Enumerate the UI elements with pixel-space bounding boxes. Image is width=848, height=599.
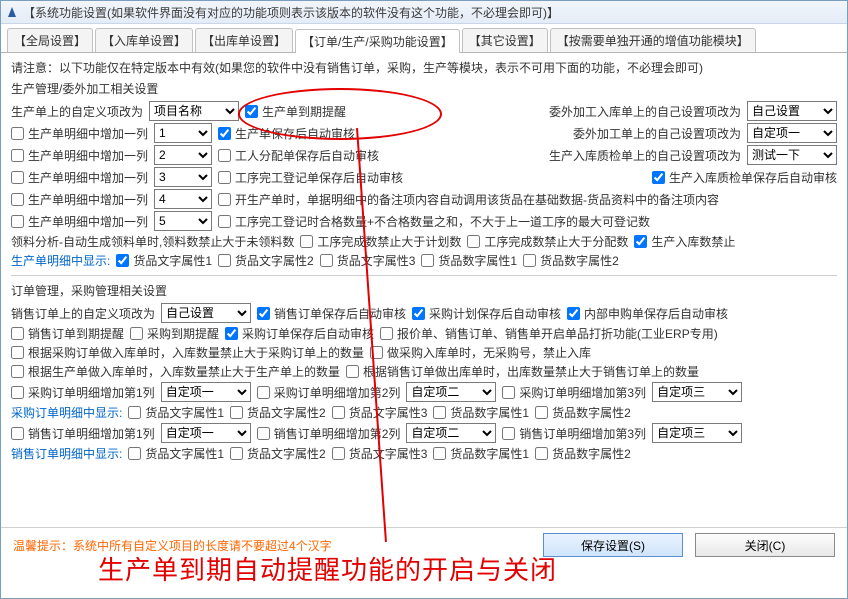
proc-complete-book-audit[interactable]: 工序完工登记单保存后自动审核	[218, 169, 403, 186]
qc-save-audit[interactable]: 生产入库质检单保存后自动审核	[652, 169, 837, 186]
purchase-text-attr3[interactable]: 货品文字属性3	[332, 404, 428, 421]
purchase-addcol-2-select[interactable]: 自定项二	[406, 382, 496, 402]
sale-save-audit[interactable]: 销售订单保存后自动审核	[257, 305, 406, 322]
sale-custom-label: 销售订单上的自定义项改为	[11, 305, 155, 322]
prod-addcol-5-select[interactable]: 5	[154, 211, 212, 231]
prod-custom-col-select[interactable]: 项目名称	[149, 101, 239, 121]
purchase-addcol-1-select[interactable]: 自定项一	[161, 382, 251, 402]
app-icon	[5, 5, 19, 19]
sale-text-attr2[interactable]: 货品文字属性2	[230, 445, 326, 462]
purchase-addcol-3[interactable]: 采购订单明细增加第3列	[502, 384, 646, 401]
sale-remind[interactable]: 销售订单到期提醒	[11, 325, 124, 342]
in-by-sale[interactable]: 根据生产单做入库单时，入库数量禁止大于生产单上的数量	[11, 363, 340, 380]
tab-order-prod-purchase[interactable]: 【订单/生产/采购功能设置】	[295, 29, 460, 53]
proc-book-qty[interactable]: 工序完工登记时合格数量+不合格数量之和，不大于上一道工序的最大可登记数	[218, 213, 650, 230]
purchase-addcol-2[interactable]: 采购订单明细增加第2列	[257, 384, 401, 401]
purchase-plan-audit[interactable]: 采购计划保存后自动审核	[412, 305, 561, 322]
in-no-purchase[interactable]: 做采购入库单时，无采购号，禁止入库	[370, 344, 591, 361]
proc-forbid-plan[interactable]: 工序完成数禁止大于计划数	[300, 233, 461, 250]
tab-addon[interactable]: 【按需要单独开通的增值功能模块】	[550, 28, 756, 52]
purchase-text-attr1[interactable]: 货品文字属性1	[128, 404, 224, 421]
save-button[interactable]: 保存设置(S)	[543, 533, 683, 557]
internal-apply-audit[interactable]: 内部申购单保存后自动审核	[567, 305, 728, 322]
notice-text: 请注意：以下功能仅在特定版本中有效(如果您的软件中没有销售订单，采购，生产等模块…	[11, 59, 837, 76]
sale-addcol-2-select[interactable]: 自定项二	[406, 423, 496, 443]
close-button[interactable]: 关闭(C)	[695, 533, 835, 557]
proc-forbid-alloc[interactable]: 工序完成数禁止大于分配数	[467, 233, 628, 250]
prod-addcol-3[interactable]: 生产单明细中增加一列	[11, 169, 148, 186]
outsource-in-select[interactable]: 自己设置	[747, 101, 837, 121]
tab-outbound[interactable]: 【出库单设置】	[195, 28, 293, 52]
prod-addcol-1-select[interactable]: 1	[154, 123, 212, 143]
prod-custom-col-label: 生产单上的自定义项改为	[11, 103, 143, 120]
tab-global[interactable]: 【全局设置】	[7, 28, 93, 52]
purchase-addcol-1[interactable]: 采购订单明细增加第1列	[11, 384, 155, 401]
order-group-title: 订单管理，采购管理相关设置	[11, 282, 837, 299]
sale-addcol-1[interactable]: 销售订单明细增加第1列	[11, 425, 155, 442]
prod-text-attr2[interactable]: 货品文字属性2	[218, 252, 314, 269]
prod-in-forbid[interactable]: 生产入库数禁止	[634, 233, 735, 250]
qc-label: 生产入库质检单上的自己设置项改为	[549, 147, 741, 164]
purchase-show-label: 采购订单明细中显示:	[11, 404, 122, 421]
purchase-num-attr1[interactable]: 货品数字属性1	[433, 404, 529, 421]
prod-show-label: 生产单明细中显示:	[11, 252, 110, 269]
prod-addcol-1[interactable]: 生产单明细中增加一列	[11, 125, 148, 142]
divider	[11, 275, 837, 276]
quote-discount[interactable]: 报价单、销售订单、销售单开启单品打折功能(工业ERP专用)	[380, 325, 718, 342]
qc-select[interactable]: 测试一下	[747, 145, 837, 165]
sale-addcol-3[interactable]: 销售订单明细增加第3列	[502, 425, 646, 442]
prod-addcol-4[interactable]: 生产单明细中增加一列	[11, 191, 148, 208]
sale-num-attr1[interactable]: 货品数字属性1	[433, 445, 529, 462]
open-prod-note[interactable]: 开生产单时，单据明细中的备注项内容自动调用该货品在基础数据-货品资料中的备注项内…	[218, 191, 719, 208]
purchase-addcol-3-select[interactable]: 自定项三	[652, 382, 742, 402]
titlebar: 【系统功能设置(如果软件界面没有对应的功能项则表示该版本的软件没有这个功能，不必…	[1, 1, 847, 24]
sale-addcol-3-select[interactable]: 自定项三	[652, 423, 742, 443]
purchase-save-audit[interactable]: 采购订单保存后自动审核	[225, 325, 374, 342]
prod-save-audit[interactable]: 生产单保存后自动审核	[218, 125, 355, 142]
prod-addcol-2[interactable]: 生产单明细中增加一列	[11, 147, 148, 164]
prod-addcol-5[interactable]: 生产单明细中增加一列	[11, 213, 148, 230]
purchase-text-attr2[interactable]: 货品文字属性2	[230, 404, 326, 421]
prod-addcol-4-select[interactable]: 4	[154, 189, 212, 209]
sale-custom-select[interactable]: 自己设置	[161, 303, 251, 323]
sale-addcol-1-select[interactable]: 自定项一	[161, 423, 251, 443]
tab-strip: 【全局设置】 【入库单设置】 【出库单设置】 【订单/生产/采购功能设置】 【其…	[1, 24, 847, 53]
prod-remind-checkbox[interactable]: 生产单到期提醒	[245, 103, 346, 120]
prod-addcol-3-select[interactable]: 3	[154, 167, 212, 187]
purchase-remind[interactable]: 采购到期提醒	[130, 325, 219, 342]
prod-text-attr3[interactable]: 货品文字属性3	[320, 252, 416, 269]
window-title: 【系统功能设置(如果软件界面没有对应的功能项则表示该版本的软件没有这个功能，不必…	[23, 4, 559, 21]
footer: 温馨提示：系统中所有自定义项目的长度请不要超过4个汉字 保存设置(S) 关闭(C…	[1, 527, 847, 562]
outsource-select[interactable]: 自定项一	[747, 123, 837, 143]
worker-split-audit[interactable]: 工人分配单保存后自动审核	[218, 147, 379, 164]
sale-addcol-2[interactable]: 销售订单明细增加第2列	[257, 425, 401, 442]
prod-text-attr1[interactable]: 货品文字属性1	[116, 252, 212, 269]
prod-num-attr2[interactable]: 货品数字属性2	[523, 252, 619, 269]
tab-other[interactable]: 【其它设置】	[462, 28, 548, 52]
outsource-in-label: 委外加工入库单上的自己设置项改为	[549, 103, 741, 120]
prod-num-attr1[interactable]: 货品数字属性1	[421, 252, 517, 269]
purchase-num-attr2[interactable]: 货品数字属性2	[535, 404, 631, 421]
sale-text-attr3[interactable]: 货品文字属性3	[332, 445, 428, 462]
outsource-label: 委外加工单上的自己设置项改为	[573, 125, 741, 142]
sale-show-label: 销售订单明细中显示:	[11, 445, 122, 462]
warm-tip: 温馨提示：系统中所有自定义项目的长度请不要超过4个汉字	[13, 537, 332, 554]
prod-group-title: 生产管理/委外加工相关设置	[11, 80, 837, 97]
sale-num-attr2[interactable]: 货品数字属性2	[535, 445, 631, 462]
prod-addcol-2-select[interactable]: 2	[154, 145, 212, 165]
lingliao-label: 领料分析-自动生成领料单时,领料数禁止大于未领料数	[11, 233, 294, 250]
sale-text-attr1[interactable]: 货品文字属性1	[128, 445, 224, 462]
out-by-sale[interactable]: 根据销售订单做出库单时，出库数量禁止大于销售订单上的数量	[346, 363, 699, 380]
tab-inbound[interactable]: 【入库单设置】	[95, 28, 193, 52]
in-by-purchase[interactable]: 根据采购订单做入库单时，入库数量禁止大于采购订单上的数量	[11, 344, 364, 361]
